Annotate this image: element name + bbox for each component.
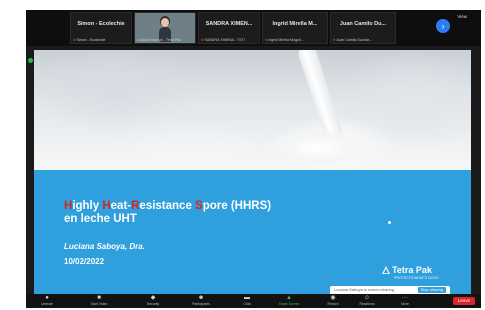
view-label[interactable]: View xyxy=(457,14,467,19)
milk-splash-image xyxy=(34,50,471,170)
slide-title: Highly Heat-Resistance Spore (HHRS) xyxy=(64,200,271,212)
reactions-icon: ☺ xyxy=(363,295,371,301)
participant-name: SANDRA XIMEN... xyxy=(205,21,253,27)
participants-button[interactable]: ☻ Participants xyxy=(186,295,216,306)
title-fragment: pore (HHRS) xyxy=(202,200,272,212)
microphone-icon: ● xyxy=(45,295,49,301)
record-button[interactable]: ◉ Record xyxy=(318,295,348,306)
toolbar-label: Security xyxy=(146,302,160,306)
participant-label: Ingrid Mirella Mogoll... xyxy=(268,38,304,42)
participant-video-tile[interactable]: Luciana Saboya - Tetra Pak xyxy=(134,12,196,44)
toolbar-label: Record xyxy=(327,302,339,306)
toolbar-label: Start Video xyxy=(90,302,108,306)
toolbar-label: Unmute xyxy=(41,302,53,306)
participant-tile[interactable]: SANDRA XIMEN... ●SANDRA XIMENA - TSTI xyxy=(198,12,260,44)
meeting-toolbar: ● Unmute ■ Start Video ◆ Security ☻ Part… xyxy=(26,294,481,308)
toolbar-label: Reactions xyxy=(359,302,375,306)
participant-label: Simon - Ecolechie xyxy=(76,38,106,42)
toolbar-label: Share Screen xyxy=(278,302,300,306)
toolbar-label: Chat xyxy=(243,302,251,306)
title-fragment: eat- xyxy=(110,200,132,212)
slide-subtitle: en leche UHT xyxy=(64,213,137,225)
unmute-button[interactable]: ● Unmute xyxy=(32,295,62,306)
logo-tagline: PROTECTS WHAT'S GOOD xyxy=(394,276,439,280)
zoom-meeting-window: Simon - Ecolechie ●Simon - Ecolechie Luc… xyxy=(26,10,481,308)
connection-status-icon xyxy=(28,58,33,63)
chat-icon: ▬ xyxy=(244,295,250,301)
participant-tile[interactable]: Juan Camilo Du... ●Juan Camilo Duchar... xyxy=(330,12,396,44)
participant-tile[interactable]: Simon - Ecolechie ●Simon - Ecolechie xyxy=(70,12,132,44)
title-fragment: H xyxy=(102,200,111,212)
participant-name: Juan Camilo Du... xyxy=(339,21,387,27)
participant-label: Juan Camilo Duchar... xyxy=(336,38,372,42)
share-screen-button[interactable]: ▲ Share Screen xyxy=(274,295,304,306)
toolbar-label: More xyxy=(401,302,409,306)
participant-name: Ingrid Mirella M... xyxy=(272,21,318,27)
next-participants-arrow-icon[interactable]: › xyxy=(436,19,450,33)
stop-share-button[interactable]: Stop sharing xyxy=(417,287,446,293)
shield-icon: ◆ xyxy=(150,295,156,301)
title-fragment: esistance xyxy=(139,200,196,212)
reactions-button[interactable]: ☺ Reactions xyxy=(352,295,382,306)
slide-author: Luciana Saboya, Dra. xyxy=(64,242,145,251)
title-fragment: ighly xyxy=(72,200,103,212)
more-button[interactable]: ··· More xyxy=(390,295,420,306)
slide-date: 10/02/2022 xyxy=(64,257,105,266)
logo-text: Tetra Pak xyxy=(392,265,432,275)
participant-label: Luciana Saboya - Tetra Pak xyxy=(137,38,182,42)
record-icon: ◉ xyxy=(330,295,336,301)
more-icon: ··· xyxy=(402,295,408,301)
toolbar-label: Participants xyxy=(192,302,210,306)
video-camera-icon: ■ xyxy=(97,295,101,301)
leave-meeting-button[interactable]: Leave xyxy=(453,297,475,305)
start-video-button[interactable]: ■ Start Video xyxy=(84,295,114,306)
participants-icon: ☻ xyxy=(197,295,205,301)
mouse-pointer-icon xyxy=(388,221,391,224)
participant-strip: Simon - Ecolechie ●Simon - Ecolechie Luc… xyxy=(26,10,481,46)
chat-button[interactable]: ▬ Chat xyxy=(232,295,262,306)
shared-slide: Highly Heat-Resistance Spore (HHRS) en l… xyxy=(34,50,471,294)
title-fragment: S xyxy=(195,200,203,212)
tetra-pak-logo: Tetra Pak xyxy=(382,265,432,275)
share-screen-icon: ▲ xyxy=(286,295,292,301)
participant-tile[interactable]: Ingrid Mirella M... ●Ingrid Mirella Mogo… xyxy=(262,12,328,44)
share-status-text: Luciana Saboya is screen sharing xyxy=(334,287,395,292)
security-button[interactable]: ◆ Security xyxy=(138,295,168,306)
participant-label: SANDRA XIMENA - TSTI xyxy=(204,38,245,42)
screen-share-banner: Luciana Saboya is screen sharing Stop sh… xyxy=(330,286,450,294)
participant-name: Simon - Ecolechie xyxy=(77,21,125,27)
tetra-pak-triangle-icon xyxy=(382,266,390,274)
